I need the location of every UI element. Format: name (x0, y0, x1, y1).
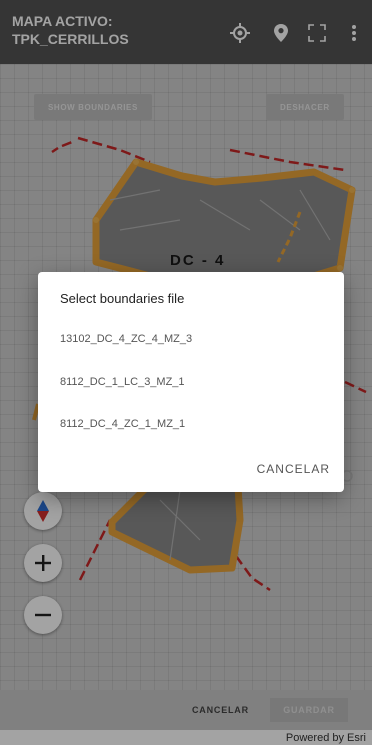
dialog-cancel-button[interactable]: CANCELAR (257, 462, 330, 476)
boundary-file-item[interactable]: 13102_DC_4_ZC_4_MZ_3 (60, 333, 192, 345)
boundary-file-item[interactable]: 8112_DC_1_LC_3_MZ_1 (60, 376, 185, 388)
boundary-file-item[interactable]: 8112_DC_4_ZC_1_MZ_1 (60, 418, 185, 430)
dialog-title: Select boundaries file (60, 291, 185, 306)
select-boundaries-dialog: Select boundaries file 13102_DC_4_ZC_4_M… (38, 272, 344, 492)
